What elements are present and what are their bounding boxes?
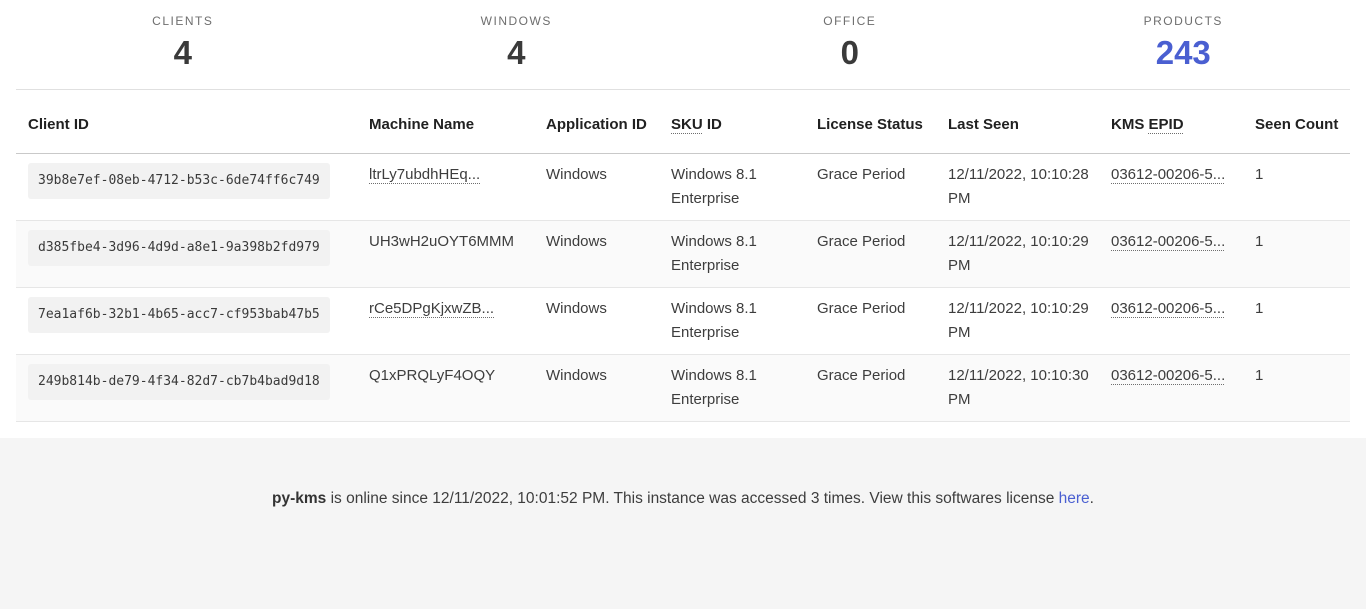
cell-kms-epid: 03612-00206-5... (1111, 288, 1255, 355)
cell-seen-count: 1 (1255, 355, 1350, 422)
cell-seen-count: 1 (1255, 154, 1350, 221)
cell-seen-count: 1 (1255, 221, 1350, 288)
client-id-code: 7ea1af6b-32b1-4b65-acc7-cf953bab47b5 (28, 297, 330, 333)
kms-epid-truncated[interactable]: 03612-00206-5... (1111, 300, 1225, 317)
cell-sku-id: Windows 8.1 Enterprise (671, 288, 817, 355)
sku-abbr: SKU (671, 116, 703, 133)
header-seen-count: Seen Count (1255, 90, 1350, 154)
stat-clients: CLIENTS 4 (16, 14, 350, 69)
cell-license-status: Grace Period (817, 154, 948, 221)
cell-sku-id: Windows 8.1 Enterprise (671, 355, 817, 422)
stat-windows: WINDOWS 4 (350, 14, 684, 69)
footer-status-text: is online since 12/11/2022, 10:01:52 PM.… (326, 490, 1058, 507)
client-id-code: 249b814b-de79-4f34-82d7-cb7b4bad9d18 (28, 364, 330, 400)
cell-client-id: 249b814b-de79-4f34-82d7-cb7b4bad9d18 (16, 355, 369, 422)
stat-windows-label: WINDOWS (350, 14, 684, 28)
table-row: 249b814b-de79-4f34-82d7-cb7b4bad9d18 Q1x… (16, 355, 1350, 422)
cell-license-status: Grace Period (817, 288, 948, 355)
header-last-seen: Last Seen (948, 90, 1111, 154)
stats-bar: CLIENTS 4 WINDOWS 4 OFFICE 0 PRODUCTS 24… (0, 0, 1366, 89)
stat-office: OFFICE 0 (683, 14, 1017, 69)
stat-office-value: 0 (683, 36, 1017, 69)
table-row: d385fbe4-3d96-4d9d-a8e1-9a398b2fd979 UH3… (16, 221, 1350, 288)
client-id-code: 39b8e7ef-08eb-4712-b53c-6de74ff6c749 (28, 163, 330, 199)
cell-last-seen: 12/11/2022, 10:10:30 PM (948, 355, 1111, 422)
table-row: 39b8e7ef-08eb-4712-b53c-6de74ff6c749 ltr… (16, 154, 1350, 221)
cell-seen-count: 1 (1255, 288, 1350, 355)
footer-suffix: . (1090, 490, 1094, 507)
stat-products-label: PRODUCTS (1017, 14, 1351, 28)
cell-sku-id: Windows 8.1 Enterprise (671, 154, 817, 221)
cell-kms-epid: 03612-00206-5... (1111, 355, 1255, 422)
status-footer: py-kms is online since 12/11/2022, 10:01… (0, 438, 1366, 609)
cell-kms-epid: 03612-00206-5... (1111, 154, 1255, 221)
header-application-id: Application ID (546, 90, 671, 154)
stat-products-value[interactable]: 243 (1017, 36, 1351, 69)
stat-office-label: OFFICE (683, 14, 1017, 28)
sku-rest: ID (707, 116, 722, 133)
cell-application-id: Windows (546, 154, 671, 221)
cell-sku-id: Windows 8.1 Enterprise (671, 221, 817, 288)
cell-license-status: Grace Period (817, 221, 948, 288)
cell-client-id: 39b8e7ef-08eb-4712-b53c-6de74ff6c749 (16, 154, 369, 221)
stat-products: PRODUCTS 243 (1017, 14, 1351, 69)
header-sku-id: SKU ID (671, 90, 817, 154)
kms-prefix: KMS (1111, 116, 1144, 133)
cell-license-status: Grace Period (817, 355, 948, 422)
epid-abbr: EPID (1149, 116, 1184, 133)
machine-name: UH3wH2uOYT6MMM (369, 233, 514, 250)
table-header-row: Client ID Machine Name Application ID SK… (16, 90, 1350, 154)
header-license-status: License Status (817, 90, 948, 154)
machine-name-truncated[interactable]: ltrLy7ubdhHEq... (369, 166, 480, 183)
header-machine-name: Machine Name (369, 90, 546, 154)
cell-machine-name: ltrLy7ubdhHEq... (369, 154, 546, 221)
header-client-id: Client ID (16, 90, 369, 154)
clients-table: Client ID Machine Name Application ID SK… (16, 90, 1350, 422)
cell-last-seen: 12/11/2022, 10:10:29 PM (948, 221, 1111, 288)
stat-clients-value: 4 (16, 36, 350, 69)
machine-name-truncated[interactable]: rCe5DPgKjxwZB... (369, 300, 494, 317)
table-row: 7ea1af6b-32b1-4b65-acc7-cf953bab47b5 rCe… (16, 288, 1350, 355)
main-card: CLIENTS 4 WINDOWS 4 OFFICE 0 PRODUCTS 24… (0, 0, 1366, 438)
app-name: py-kms (272, 490, 326, 507)
machine-name: Q1xPRQLyF4OQY (369, 367, 495, 384)
cell-machine-name: UH3wH2uOYT6MMM (369, 221, 546, 288)
cell-kms-epid: 03612-00206-5... (1111, 221, 1255, 288)
cell-machine-name: Q1xPRQLyF4OQY (369, 355, 546, 422)
client-id-code: d385fbe4-3d96-4d9d-a8e1-9a398b2fd979 (28, 230, 330, 266)
cell-client-id: d385fbe4-3d96-4d9d-a8e1-9a398b2fd979 (16, 221, 369, 288)
cell-application-id: Windows (546, 221, 671, 288)
cell-last-seen: 12/11/2022, 10:10:29 PM (948, 288, 1111, 355)
cell-application-id: Windows (546, 355, 671, 422)
cell-last-seen: 12/11/2022, 10:10:28 PM (948, 154, 1111, 221)
kms-epid-truncated[interactable]: 03612-00206-5... (1111, 367, 1225, 384)
cell-application-id: Windows (546, 288, 671, 355)
stat-clients-label: CLIENTS (16, 14, 350, 28)
cell-client-id: 7ea1af6b-32b1-4b65-acc7-cf953bab47b5 (16, 288, 369, 355)
header-kms-epid: KMS EPID (1111, 90, 1255, 154)
kms-epid-truncated[interactable]: 03612-00206-5... (1111, 166, 1225, 183)
kms-epid-truncated[interactable]: 03612-00206-5... (1111, 233, 1225, 250)
stat-windows-value: 4 (350, 36, 684, 69)
cell-machine-name: rCe5DPgKjxwZB... (369, 288, 546, 355)
license-link[interactable]: here (1059, 490, 1090, 507)
